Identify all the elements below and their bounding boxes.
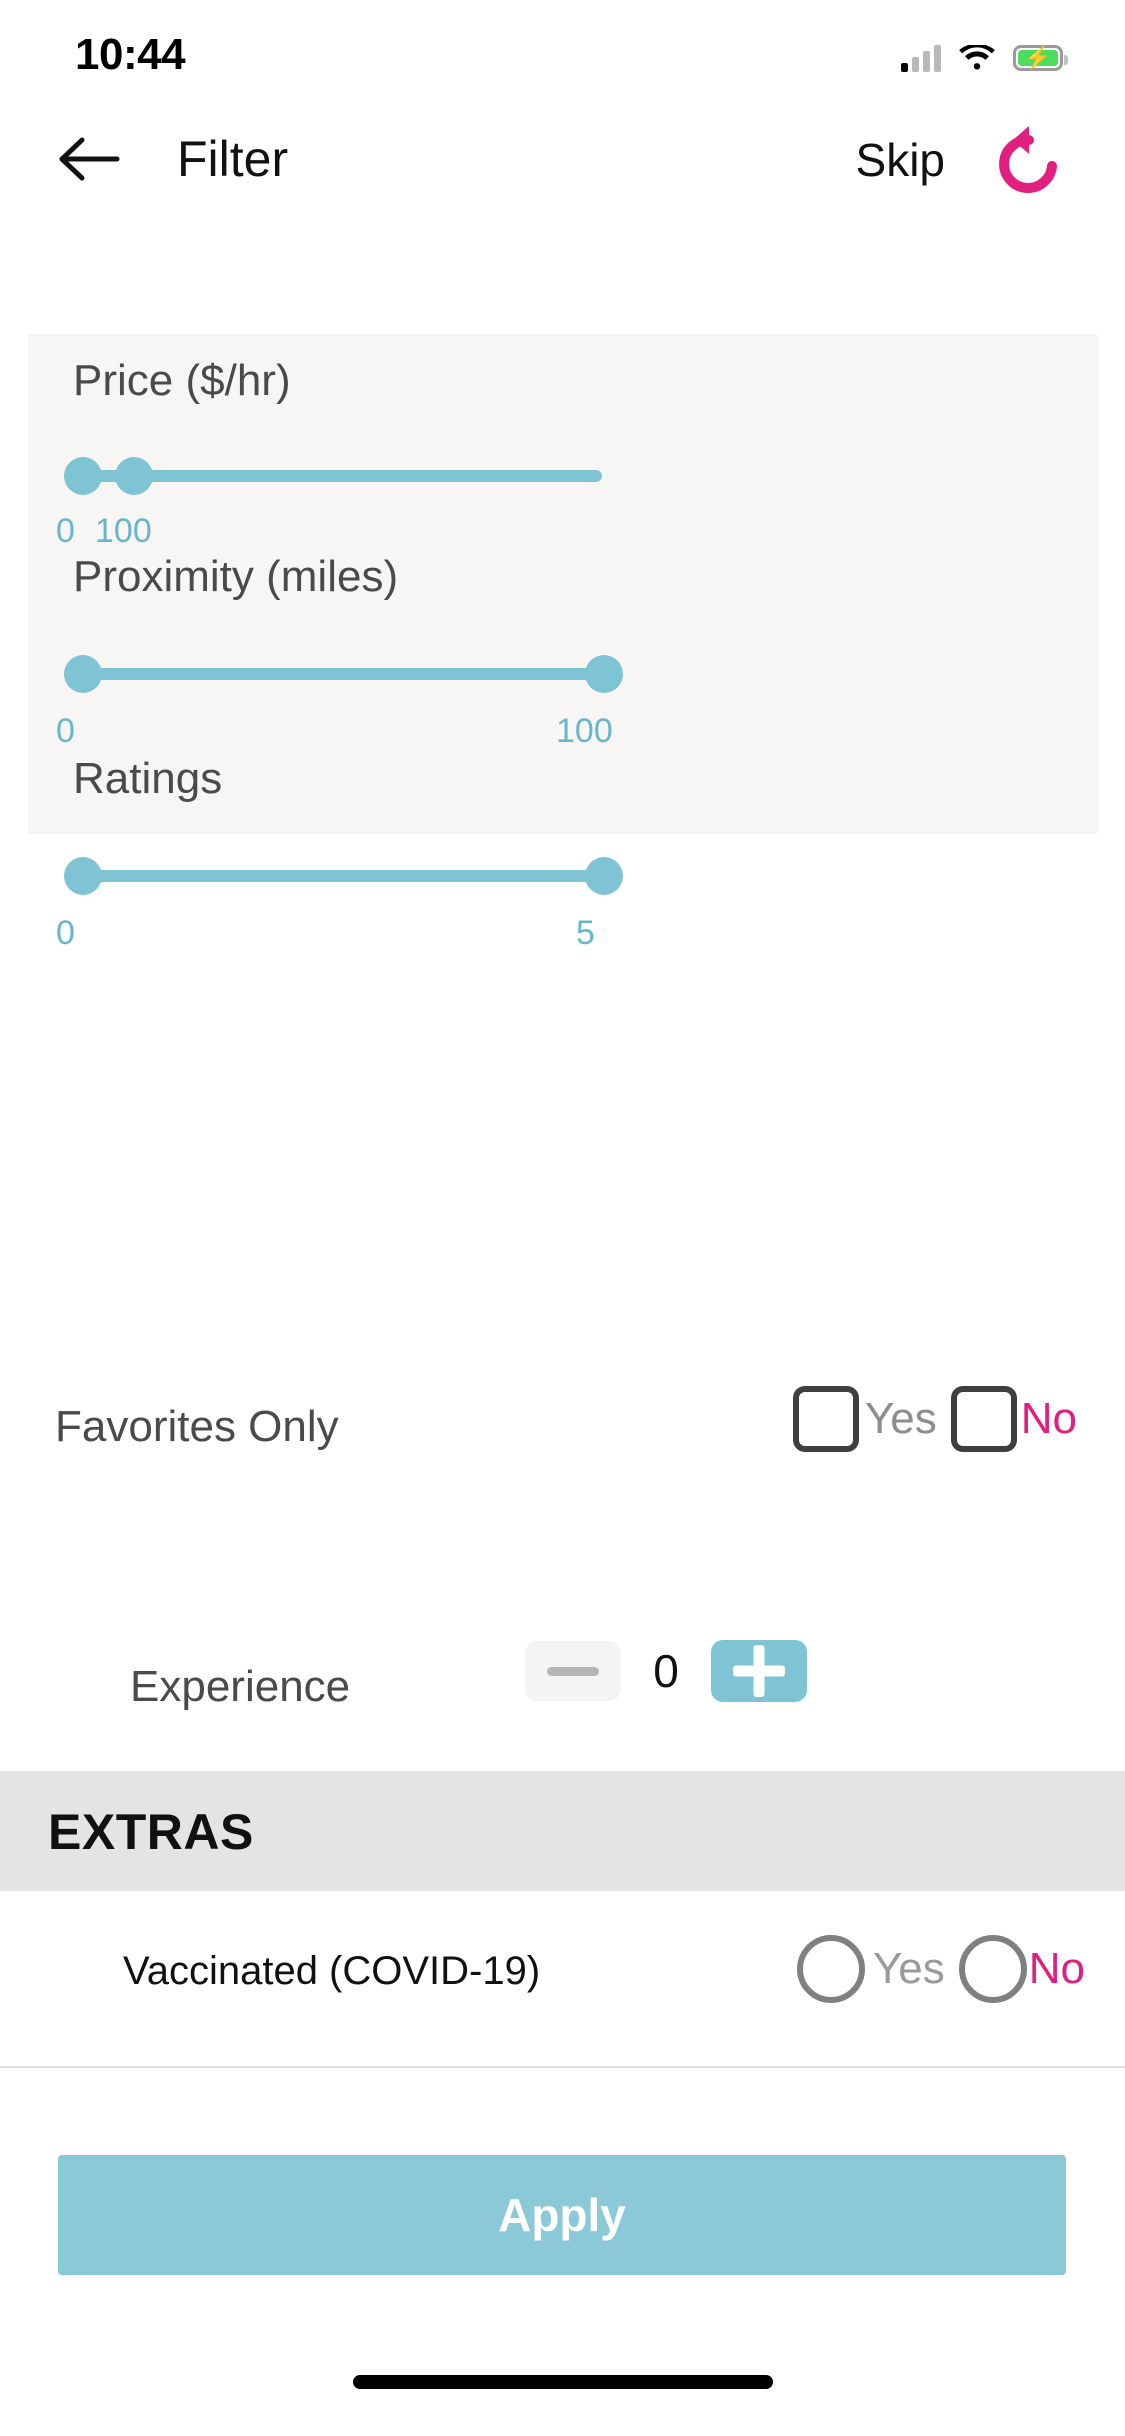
proximity-slider-track[interactable] [67, 668, 603, 680]
ratings-slider-track[interactable] [67, 870, 603, 882]
extras-title: EXTRAS [48, 1804, 254, 1860]
ratings-slider-max-handle[interactable] [585, 857, 623, 895]
skip-button[interactable]: Skip [856, 133, 945, 187]
ratings-label: Ratings [73, 754, 223, 803]
slider-panel: Price ($/hr) 0 100 Proximity (miles) 0 1… [28, 334, 1098, 952]
vaccinated-no-radio[interactable] [958, 1935, 1027, 2003]
favorites-yes-label[interactable]: Yes [865, 1394, 937, 1444]
filter-screen: 10:44 ⚡ Filter Skip Price ($/hr) 0 100 P… [0, 0, 1125, 2436]
back-arrow-icon[interactable] [58, 132, 122, 186]
price-label: Price ($/hr) [73, 356, 291, 405]
experience-row: Experience 0 [0, 1640, 1125, 1750]
experience-decrement-button[interactable] [525, 1641, 621, 1701]
proximity-min-value: 0 [56, 712, 75, 750]
price-slider-min-handle[interactable] [64, 457, 102, 495]
status-icons: ⚡ [901, 36, 1068, 80]
ratings-slider-min-handle[interactable] [64, 857, 102, 895]
cellular-signal-icon [901, 44, 941, 72]
home-indicator [352, 2375, 773, 2389]
experience-stepper: 0 [525, 1640, 807, 1702]
section-divider [0, 2066, 1125, 2068]
wifi-icon [959, 44, 995, 72]
experience-value: 0 [653, 1645, 679, 1697]
page-title: Filter [177, 131, 289, 187]
apply-button[interactable]: Apply [58, 2155, 1066, 2275]
ratings-range-slider[interactable] [48, 846, 628, 906]
proximity-max-value: 100 [556, 712, 613, 750]
favorites-no-checkbox[interactable] [950, 1386, 1017, 1452]
reset-refresh-icon[interactable] [988, 122, 1070, 204]
price-min-value: 0 [56, 512, 75, 550]
favorites-only-controls: Yes No [792, 1386, 1077, 1452]
ratings-max-value: 5 [576, 914, 595, 952]
extras-section-header: EXTRAS [0, 1771, 1125, 1891]
vaccinated-row: Vaccinated (COVID-19) Yes No [0, 1891, 1125, 2066]
proximity-label: Proximity (miles) [73, 552, 399, 601]
vaccinated-yes-label[interactable]: Yes [873, 1944, 945, 1994]
price-max-value: 100 [95, 512, 152, 550]
proximity-slider-max-handle[interactable] [585, 655, 623, 693]
proximity-range-slider[interactable] [48, 644, 628, 704]
favorites-only-row: Favorites Only Yes No [0, 1380, 1125, 1490]
apply-button-label: Apply [498, 2189, 626, 2241]
experience-increment-button[interactable] [711, 1640, 807, 1702]
vaccinated-label: Vaccinated (COVID-19) [123, 1949, 541, 1993]
vaccinated-yes-radio[interactable] [796, 1935, 865, 2003]
minus-icon [547, 1666, 599, 1676]
status-bar: 10:44 ⚡ [0, 0, 1125, 100]
status-time: 10:44 [75, 30, 186, 79]
vaccinated-no-label[interactable]: No [1029, 1944, 1085, 1994]
price-range-slider[interactable] [48, 446, 608, 506]
favorites-only-label: Favorites Only [55, 1402, 339, 1451]
navigation-bar: Filter Skip [0, 100, 1125, 220]
favorites-yes-checkbox[interactable] [792, 1386, 859, 1452]
experience-label: Experience [130, 1662, 351, 1711]
price-slider-max-handle[interactable] [115, 457, 153, 495]
proximity-slider-min-handle[interactable] [64, 655, 102, 693]
ratings-min-value: 0 [56, 914, 75, 952]
favorites-no-label[interactable]: No [1021, 1394, 1077, 1444]
battery-charging-icon: ⚡ [1013, 45, 1068, 71]
vaccinated-controls: Yes No [796, 1935, 1085, 2003]
